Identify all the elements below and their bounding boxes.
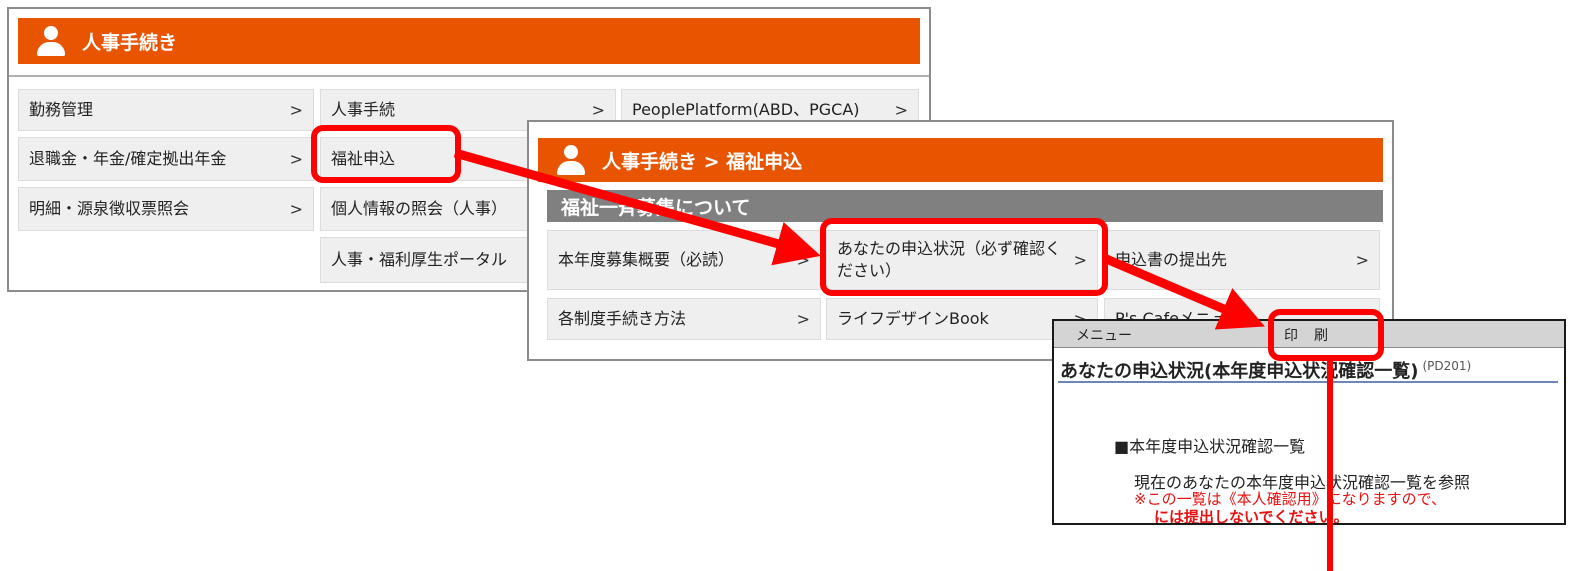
arrow-to-application-status <box>453 148 821 266</box>
arrow-to-print <box>1102 253 1265 330</box>
annotation-arrows <box>453 148 1333 571</box>
